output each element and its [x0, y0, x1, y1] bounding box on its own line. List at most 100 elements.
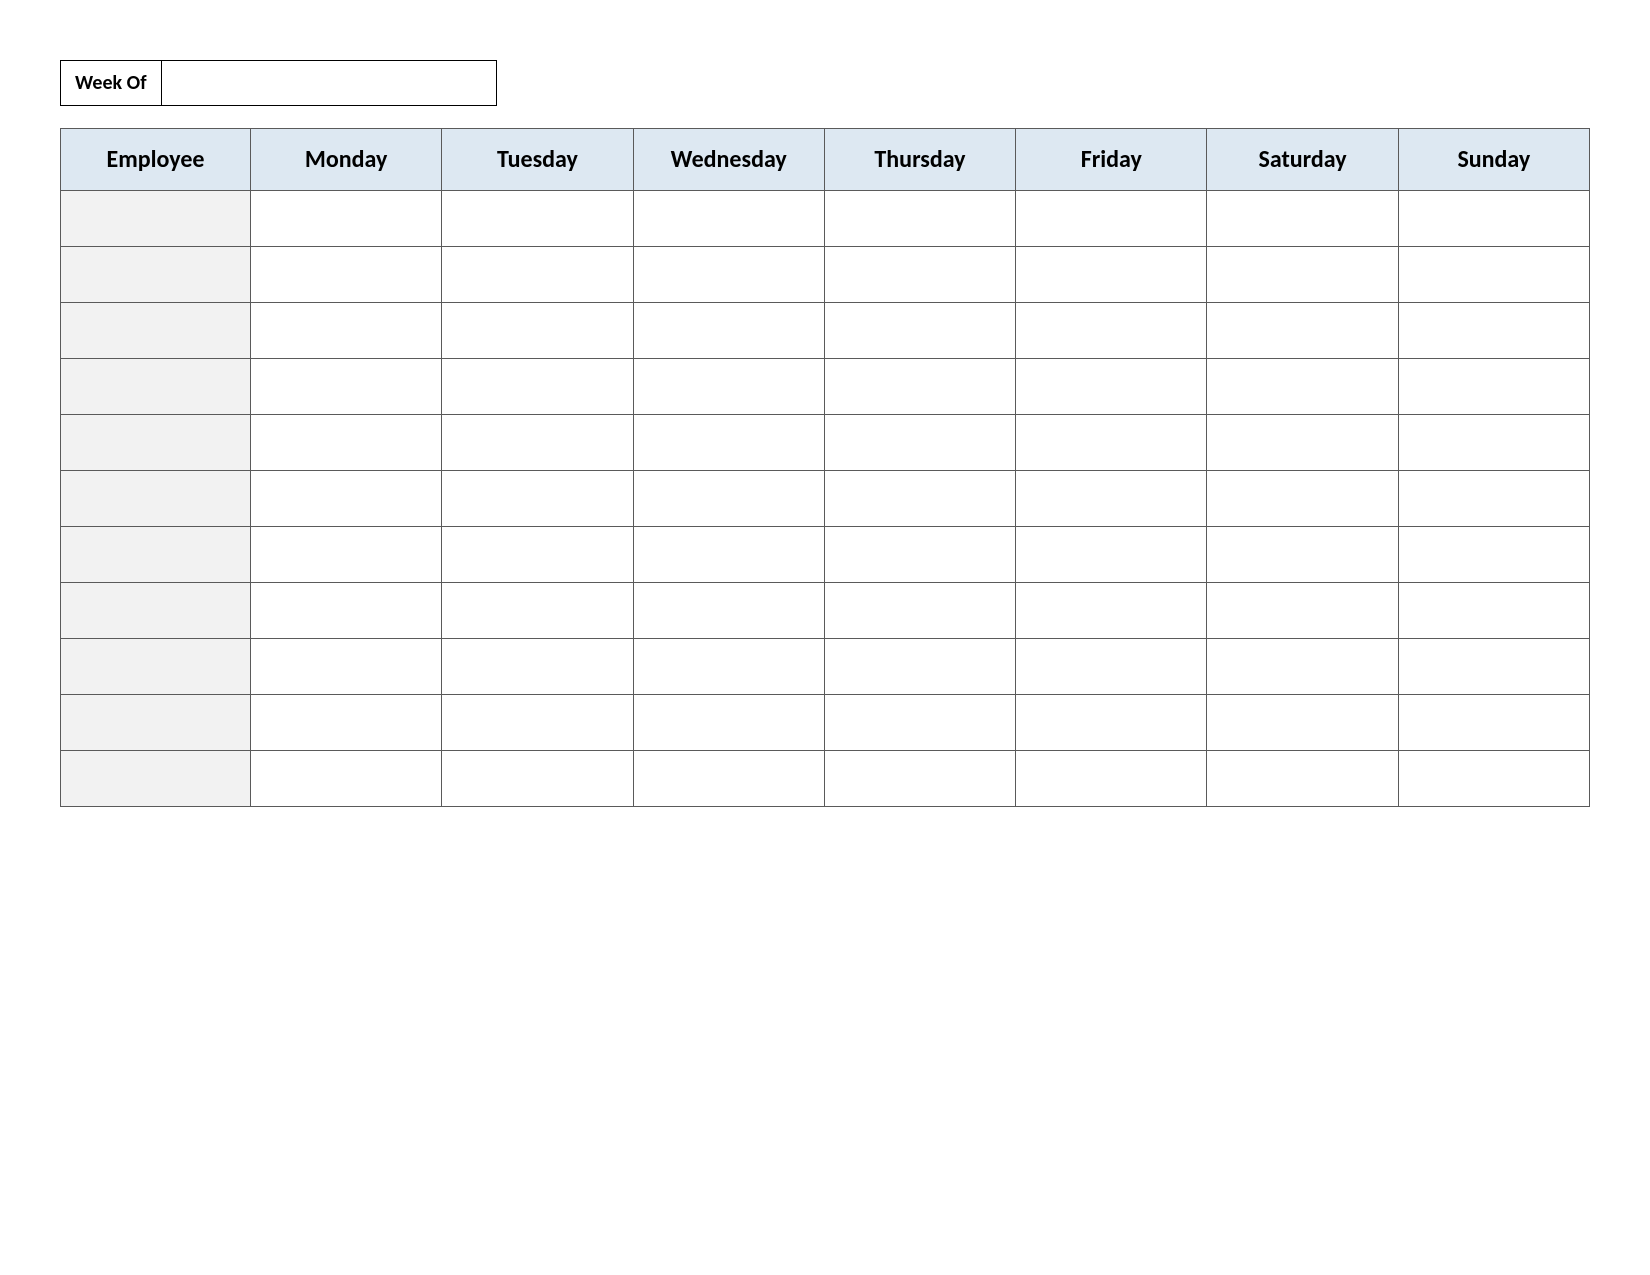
- schedule-cell[interactable]: [1207, 583, 1398, 639]
- schedule-cell[interactable]: [1016, 415, 1207, 471]
- schedule-cell[interactable]: [824, 303, 1015, 359]
- table-row: [61, 583, 1590, 639]
- schedule-cell[interactable]: [1207, 471, 1398, 527]
- schedule-cell[interactable]: [1016, 359, 1207, 415]
- schedule-cell[interactable]: [824, 247, 1015, 303]
- employee-cell[interactable]: [61, 471, 251, 527]
- schedule-cell[interactable]: [1207, 359, 1398, 415]
- schedule-cell[interactable]: [633, 359, 824, 415]
- schedule-cell[interactable]: [442, 359, 633, 415]
- schedule-cell[interactable]: [251, 639, 442, 695]
- schedule-cell[interactable]: [1016, 527, 1207, 583]
- table-row: [61, 303, 1590, 359]
- schedule-cell[interactable]: [824, 471, 1015, 527]
- schedule-cell[interactable]: [1207, 191, 1398, 247]
- schedule-cell[interactable]: [633, 695, 824, 751]
- table-row: [61, 415, 1590, 471]
- schedule-cell[interactable]: [442, 695, 633, 751]
- employee-cell[interactable]: [61, 527, 251, 583]
- schedule-cell[interactable]: [1398, 471, 1589, 527]
- col-header-wednesday: Wednesday: [633, 129, 824, 191]
- schedule-cell[interactable]: [251, 191, 442, 247]
- schedule-cell[interactable]: [251, 359, 442, 415]
- schedule-cell[interactable]: [251, 695, 442, 751]
- schedule-cell[interactable]: [442, 583, 633, 639]
- schedule-cell[interactable]: [251, 303, 442, 359]
- schedule-cell[interactable]: [824, 527, 1015, 583]
- schedule-cell[interactable]: [824, 751, 1015, 807]
- schedule-cell[interactable]: [1016, 639, 1207, 695]
- schedule-cell[interactable]: [1398, 191, 1589, 247]
- table-row: [61, 471, 1590, 527]
- employee-cell[interactable]: [61, 583, 251, 639]
- schedule-cell[interactable]: [633, 247, 824, 303]
- employee-cell[interactable]: [61, 695, 251, 751]
- schedule-cell[interactable]: [1016, 247, 1207, 303]
- week-of-label: Week Of: [60, 60, 162, 106]
- schedule-cell[interactable]: [633, 527, 824, 583]
- employee-cell[interactable]: [61, 751, 251, 807]
- employee-cell[interactable]: [61, 303, 251, 359]
- schedule-cell[interactable]: [824, 583, 1015, 639]
- schedule-cell[interactable]: [1207, 639, 1398, 695]
- schedule-cell[interactable]: [251, 751, 442, 807]
- schedule-cell[interactable]: [824, 415, 1015, 471]
- schedule-cell[interactable]: [1398, 247, 1589, 303]
- schedule-cell[interactable]: [251, 527, 442, 583]
- schedule-cell[interactable]: [1207, 751, 1398, 807]
- schedule-cell[interactable]: [442, 639, 633, 695]
- schedule-cell[interactable]: [1016, 695, 1207, 751]
- table-row: [61, 247, 1590, 303]
- schedule-cell[interactable]: [442, 191, 633, 247]
- employee-cell[interactable]: [61, 415, 251, 471]
- employee-cell[interactable]: [61, 639, 251, 695]
- schedule-cell[interactable]: [251, 247, 442, 303]
- schedule-cell[interactable]: [251, 415, 442, 471]
- schedule-cell[interactable]: [1398, 583, 1589, 639]
- schedule-cell[interactable]: [1016, 751, 1207, 807]
- schedule-cell[interactable]: [633, 639, 824, 695]
- schedule-cell[interactable]: [442, 247, 633, 303]
- schedule-cell[interactable]: [1207, 247, 1398, 303]
- schedule-cell[interactable]: [1207, 527, 1398, 583]
- schedule-cell[interactable]: [442, 303, 633, 359]
- schedule-cell[interactable]: [633, 303, 824, 359]
- table-row: [61, 359, 1590, 415]
- schedule-cell[interactable]: [633, 191, 824, 247]
- table-row: [61, 191, 1590, 247]
- schedule-cell[interactable]: [251, 471, 442, 527]
- schedule-cell[interactable]: [1207, 695, 1398, 751]
- schedule-cell[interactable]: [442, 751, 633, 807]
- schedule-cell[interactable]: [824, 639, 1015, 695]
- schedule-cell[interactable]: [824, 191, 1015, 247]
- schedule-cell[interactable]: [442, 415, 633, 471]
- schedule-cell[interactable]: [1016, 303, 1207, 359]
- schedule-cell[interactable]: [1207, 415, 1398, 471]
- schedule-cell[interactable]: [442, 527, 633, 583]
- schedule-cell[interactable]: [1398, 639, 1589, 695]
- week-of-field[interactable]: [162, 60, 497, 106]
- employee-cell[interactable]: [61, 191, 251, 247]
- schedule-cell[interactable]: [824, 695, 1015, 751]
- schedule-cell[interactable]: [1398, 751, 1589, 807]
- schedule-cell[interactable]: [1016, 191, 1207, 247]
- employee-cell[interactable]: [61, 359, 251, 415]
- schedule-document: Week Of Employee Monday Tuesday Wednesda…: [0, 0, 1650, 1275]
- schedule-cell[interactable]: [633, 471, 824, 527]
- schedule-cell[interactable]: [1016, 471, 1207, 527]
- schedule-cell[interactable]: [633, 751, 824, 807]
- schedule-cell[interactable]: [442, 471, 633, 527]
- schedule-cell[interactable]: [1398, 695, 1589, 751]
- employee-cell[interactable]: [61, 247, 251, 303]
- schedule-cell[interactable]: [633, 583, 824, 639]
- schedule-cell[interactable]: [1398, 415, 1589, 471]
- schedule-table: Employee Monday Tuesday Wednesday Thursd…: [60, 128, 1590, 807]
- schedule-cell[interactable]: [1398, 303, 1589, 359]
- schedule-cell[interactable]: [1398, 359, 1589, 415]
- schedule-cell[interactable]: [633, 415, 824, 471]
- schedule-cell[interactable]: [1207, 303, 1398, 359]
- schedule-cell[interactable]: [251, 583, 442, 639]
- schedule-cell[interactable]: [1398, 527, 1589, 583]
- schedule-cell[interactable]: [1016, 583, 1207, 639]
- schedule-cell[interactable]: [824, 359, 1015, 415]
